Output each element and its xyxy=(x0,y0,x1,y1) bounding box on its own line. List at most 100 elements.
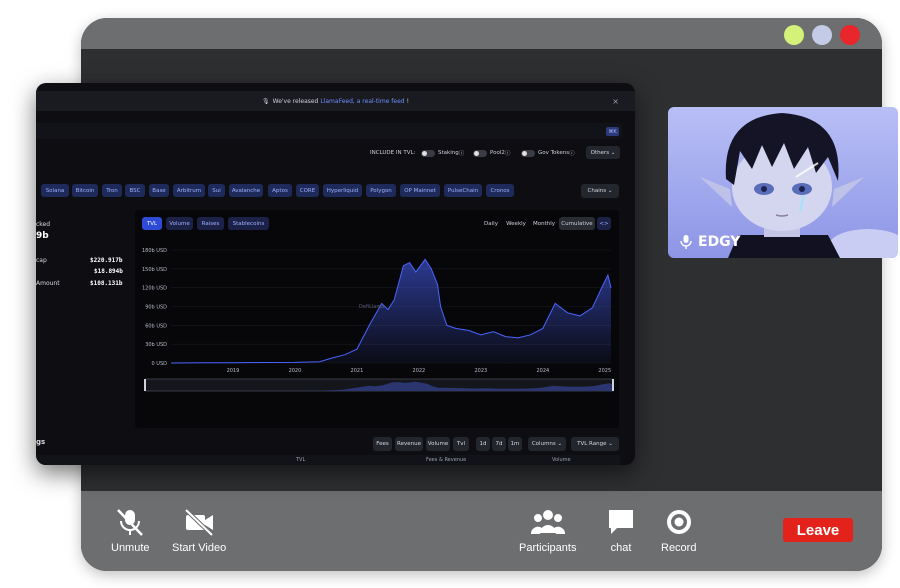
banner-link[interactable]: LlamaFeed, a real-time feed xyxy=(320,98,404,105)
chain-chip[interactable]: Polygon xyxy=(366,184,396,197)
tvl-area-chart[interactable]: 180b USD 150b USD 120b USD 90b USD 60b USD 30… xyxy=(135,236,619,426)
chain-chip[interactable]: CORE xyxy=(296,184,319,197)
embed-code-button[interactable]: <> xyxy=(597,217,611,230)
staking-toggle[interactable]: Staking ⓘ xyxy=(421,149,464,157)
column-header[interactable]: TVL xyxy=(296,457,305,463)
gov-tokens-toggle[interactable]: Gov Tokens ⓘ xyxy=(521,149,575,157)
include-tvl-label: INCLUDE IN TVL: xyxy=(370,150,416,156)
columns-dropdown[interactable]: Columns ⌄ xyxy=(528,437,566,451)
start-video-button[interactable]: Start Video xyxy=(172,507,226,554)
chain-chip[interactable]: PulseChain xyxy=(444,184,482,197)
x-tick-label: 2023 xyxy=(474,368,487,374)
participant-name: EDGY xyxy=(698,234,741,250)
participants-label: Participants xyxy=(519,542,577,554)
chain-chip[interactable]: Sui xyxy=(208,184,225,197)
maximize-dot[interactable] xyxy=(812,25,832,45)
search-bar[interactable] xyxy=(36,123,622,139)
close-dot[interactable] xyxy=(840,25,860,45)
columns-label: Columns xyxy=(531,441,556,447)
tvl-range-dropdown[interactable]: TVL Range ⌄ xyxy=(571,437,619,451)
chain-chip[interactable]: Hyperliquid xyxy=(323,184,362,197)
amount-value: $108.131b xyxy=(90,280,123,287)
x-tick-label: 2021 xyxy=(351,368,364,374)
y-tick-label: 90b USD xyxy=(145,305,167,311)
pool2-toggle[interactable]: Pool2 ⓘ xyxy=(473,149,510,157)
chevron-down-icon: ⌄ xyxy=(606,188,613,194)
metric-revenue-button[interactable]: Revenue xyxy=(395,437,423,451)
chain-chip[interactable]: OP Mainnet xyxy=(400,184,440,197)
locked-label: cked xyxy=(36,221,51,228)
others-dropdown[interactable]: Others ⌄ xyxy=(586,146,620,159)
chevron-down-icon: ⌄ xyxy=(606,441,613,447)
chain-chip[interactable]: Solana xyxy=(41,184,69,197)
leave-button[interactable]: Leave xyxy=(783,518,853,542)
amount-label: Amount xyxy=(36,280,60,287)
search-shortcut: ⌘K xyxy=(606,127,619,136)
tvl-area-fill xyxy=(171,259,611,363)
toggle-label: Staking xyxy=(438,150,459,156)
range-slider-handle-left xyxy=(144,379,146,391)
metric-volume-button[interactable]: Volume xyxy=(426,437,450,451)
second-value: $18.894b xyxy=(94,268,123,275)
x-tick-label: 2019 xyxy=(227,368,240,374)
chain-chip[interactable]: Tron xyxy=(102,184,122,197)
range-1m-button[interactable]: 1m xyxy=(508,437,522,451)
participants-icon xyxy=(530,510,565,534)
granularity-weekly[interactable]: Weekly xyxy=(503,217,529,230)
granularity-monthly[interactable]: Monthly xyxy=(531,217,557,230)
chat-label: chat xyxy=(610,542,632,554)
participant-name-tag: EDGY xyxy=(680,234,741,250)
y-tick-label: 30b USD xyxy=(145,342,167,348)
y-tick-label: 180b USD xyxy=(142,248,167,254)
column-header[interactable]: Volume xyxy=(552,457,571,463)
chains-label: Chains xyxy=(587,188,607,194)
metric-tvl-button[interactable]: Tvl xyxy=(453,437,469,451)
record-button[interactable]: Record xyxy=(661,507,696,554)
x-tick-label: 2020 xyxy=(289,368,302,374)
chain-chip[interactable]: Arbitrum xyxy=(173,184,205,197)
tab-raises[interactable]: Raises xyxy=(197,217,224,230)
info-icon: ⓘ xyxy=(569,151,575,157)
tab-tvl[interactable]: TVL xyxy=(142,217,162,230)
chain-chip[interactable]: Base xyxy=(149,184,169,197)
granularity-cumulative[interactable]: Cumulative xyxy=(559,217,595,230)
chain-chip[interactable]: Bitcoin xyxy=(72,184,98,197)
title-bar xyxy=(81,18,882,49)
y-tick-label: 150b USD xyxy=(142,267,167,273)
y-tick-label: 60b USD xyxy=(145,323,167,329)
video-off-icon xyxy=(184,508,214,537)
control-bar: Unmute Start Video Participants chat Rec… xyxy=(81,491,882,571)
toggle-switch xyxy=(473,149,487,157)
column-header[interactable]: Fees & Revenue xyxy=(426,457,466,463)
banner-close-icon[interactable]: × xyxy=(612,97,619,106)
y-tick-label: 0 USD xyxy=(152,361,168,367)
x-tick-label: 2024 xyxy=(536,368,549,374)
chevron-down-icon: ⌄ xyxy=(609,149,616,156)
tab-volume[interactable]: Volume xyxy=(166,217,193,230)
chain-chip[interactable]: Avalanche xyxy=(229,184,263,197)
section-title: gs xyxy=(36,438,46,446)
range-7d-button[interactable]: 7d xyxy=(492,437,506,451)
toggle-switch xyxy=(521,149,535,157)
granularity-daily[interactable]: Daily xyxy=(481,217,501,230)
chain-chip[interactable]: BSC xyxy=(125,184,145,197)
chain-chip[interactable]: Aptos xyxy=(268,184,292,197)
participants-button[interactable]: Participants xyxy=(519,507,576,554)
info-icon: ⓘ xyxy=(458,151,465,157)
chevron-down-icon: ⌄ xyxy=(555,441,563,447)
toggle-label: Pool2 xyxy=(490,150,505,156)
minimize-dot[interactable] xyxy=(784,25,804,45)
toggle-label: Gov Tokens xyxy=(538,150,570,156)
participant-video-tile[interactable]: EDGY xyxy=(668,107,898,258)
tab-stablecoins[interactable]: Stablecoins xyxy=(228,217,269,230)
mic-icon-small: 🎙 xyxy=(261,97,270,105)
info-icon: ⓘ xyxy=(504,151,511,157)
unmute-button[interactable]: Unmute xyxy=(111,507,150,554)
unmute-label: Unmute xyxy=(111,542,150,554)
chain-chip[interactable]: Cronos xyxy=(486,184,514,197)
chat-button[interactable]: chat xyxy=(606,507,636,554)
x-tick-label: 2025 xyxy=(598,368,611,374)
range-1d-button[interactable]: 1d xyxy=(476,437,490,451)
chains-dropdown[interactable]: Chains ⌄ xyxy=(581,184,619,198)
metric-fees-button[interactable]: Fees xyxy=(373,437,392,451)
